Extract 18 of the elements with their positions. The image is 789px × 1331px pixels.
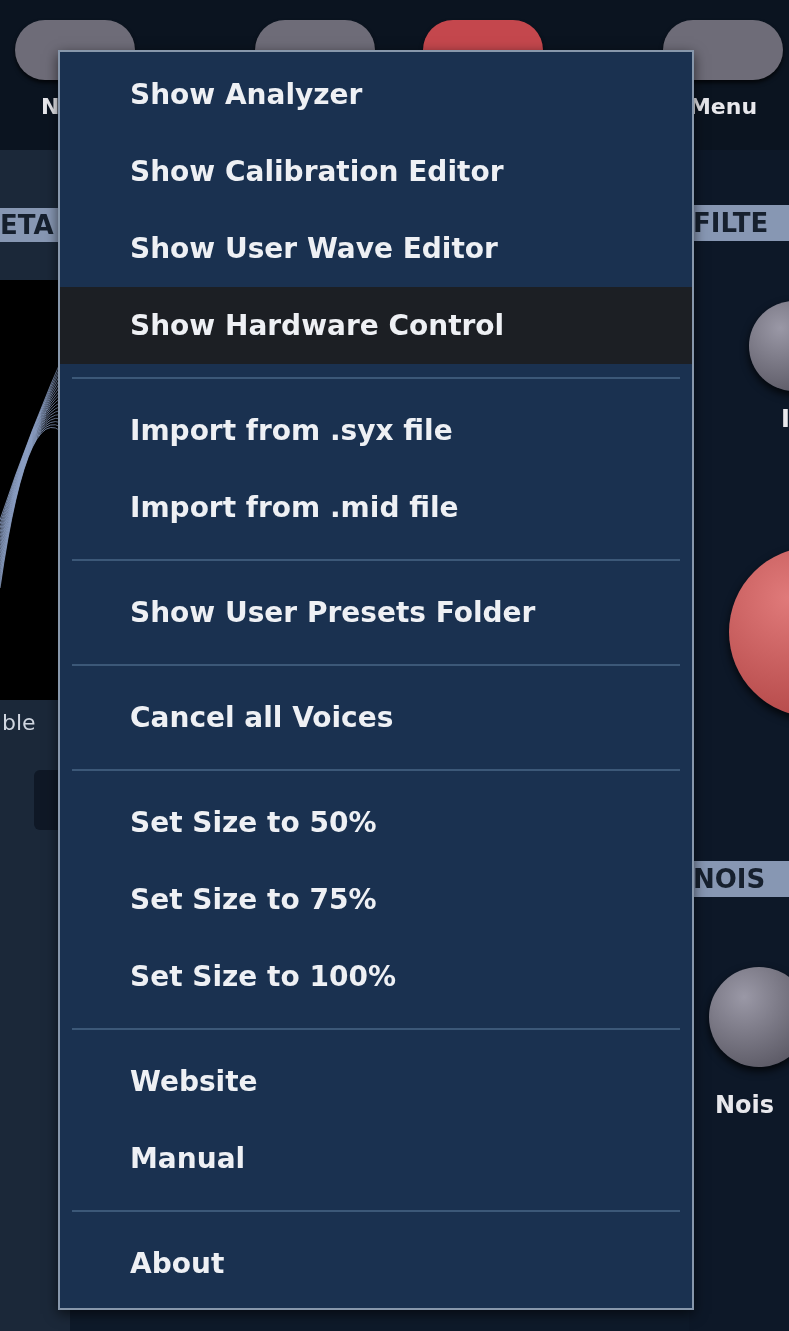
menu-item[interactable]: Show Analyzer: [60, 56, 692, 133]
knob-label: Nois: [715, 1090, 776, 1121]
wavetable-label: ble: [2, 709, 37, 737]
menu-item[interactable]: Import from .mid file: [60, 469, 692, 546]
menu-item[interactable]: Import from .syx file: [60, 392, 692, 469]
menu-item[interactable]: Show Calibration Editor: [60, 133, 692, 210]
menu-item[interactable]: Cancel all Voices: [60, 679, 692, 756]
menu-item[interactable]: Set Size to 75%: [60, 861, 692, 938]
menu-item[interactable]: Set Size to 100%: [60, 938, 692, 1015]
menu-item[interactable]: Website: [60, 1043, 692, 1120]
menu-item[interactable]: About: [60, 1225, 692, 1302]
menu-item[interactable]: Show User Presets Folder: [60, 574, 692, 651]
knob-label: I: [781, 404, 789, 435]
menu-item[interactable]: Show Hardware Control: [60, 287, 692, 364]
button-label: N: [41, 92, 60, 121]
menu-item[interactable]: Manual: [60, 1120, 692, 1197]
menu-item[interactable]: Set Size to 50%: [60, 784, 692, 861]
knob[interactable]: [709, 967, 789, 1067]
